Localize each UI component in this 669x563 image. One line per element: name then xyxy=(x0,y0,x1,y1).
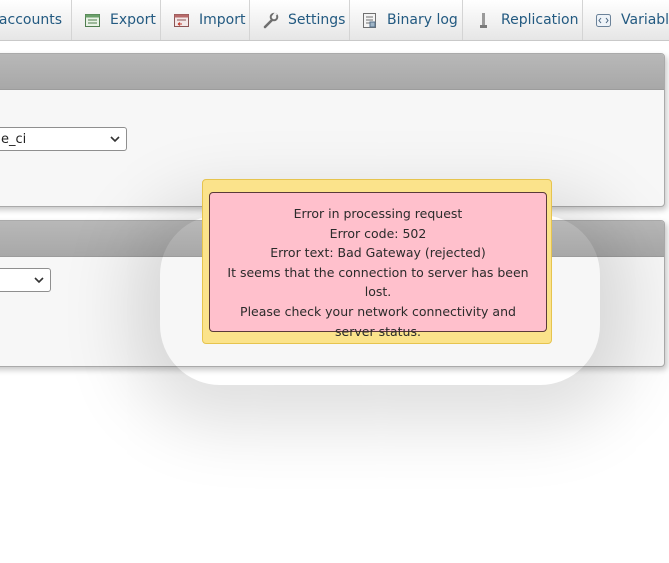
error-line-text: Error text: Bad Gateway (rejected) xyxy=(270,245,486,261)
tab-label: Binary log xyxy=(387,12,458,28)
wrench-icon xyxy=(263,11,279,28)
tab-variables[interactable]: Variable xyxy=(583,0,669,40)
import-icon xyxy=(174,13,189,27)
error-line-title: Error in processing request xyxy=(293,206,463,221)
top-tab-bar: r accounts Export Import Settings xyxy=(0,0,669,41)
tab-import[interactable]: Import xyxy=(161,0,250,40)
tab-label: Variable xyxy=(621,12,669,28)
error-line-connection-lost: It seems that the connection to server h… xyxy=(227,264,529,300)
tab-label: Settings xyxy=(288,12,346,28)
tab-label: r accounts xyxy=(0,12,62,28)
tab-export[interactable]: Export xyxy=(72,0,161,40)
error-line-code: Error code: 502 xyxy=(329,225,427,241)
tab-label: Export xyxy=(110,12,156,28)
tab-settings[interactable]: Settings xyxy=(250,0,350,40)
tab-label: Import xyxy=(199,12,246,28)
export-icon xyxy=(85,13,100,27)
error-line-check-network: Please check your network connectivity a… xyxy=(240,303,516,339)
tab-binary-log[interactable]: Binary log xyxy=(350,0,463,40)
error-message-box: Error in processing request Error code: … xyxy=(209,192,547,339)
chevron-down-icon xyxy=(34,277,44,284)
binary-log-icon xyxy=(363,12,376,28)
select-value: e_ci xyxy=(1,131,27,147)
collation-select[interactable] xyxy=(0,268,51,292)
panel-header xyxy=(0,54,664,90)
chevron-down-icon xyxy=(110,136,120,143)
tab-user-accounts[interactable]: r accounts xyxy=(0,0,72,40)
variables-icon xyxy=(596,13,611,27)
replication-icon xyxy=(480,12,487,28)
tab-replication[interactable]: Replication xyxy=(463,0,583,40)
collation-select[interactable]: e_ci xyxy=(0,127,127,151)
error-notification[interactable]: Error in processing request Error code: … xyxy=(202,179,552,344)
tab-label: Replication xyxy=(501,12,579,28)
